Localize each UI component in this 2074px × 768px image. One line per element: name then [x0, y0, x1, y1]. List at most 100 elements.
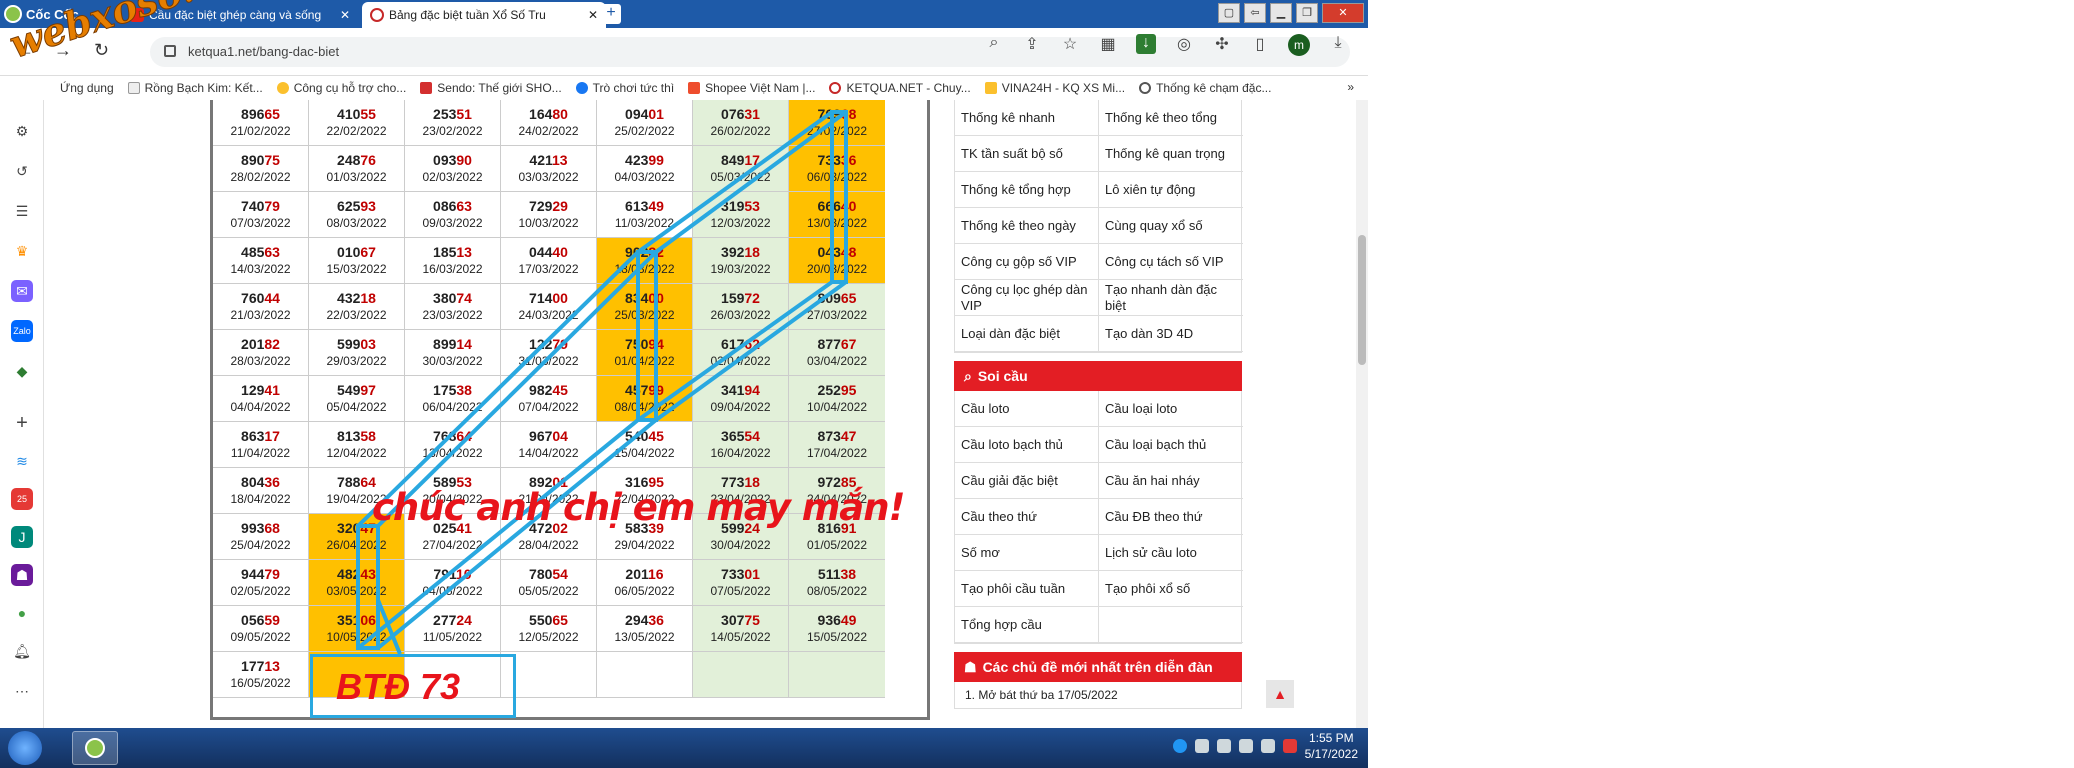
puzzle-icon[interactable]: ✣: [1212, 34, 1232, 54]
stats-link[interactable]: TK tần suất bộ số: [955, 136, 1099, 172]
soi-cau-link[interactable]: Cầu theo thứ: [955, 499, 1099, 535]
soi-cau-link[interactable]: Cầu ăn hai nháy: [1099, 463, 1243, 499]
stats-link[interactable]: Thống kê quan trọng: [1099, 136, 1243, 172]
prize-tail: 65: [552, 612, 568, 628]
flag-icon[interactable]: [1216, 739, 1231, 753]
soi-cau-link[interactable]: Lịch sử cầu loto: [1099, 535, 1243, 571]
close-window-button[interactable]: ✕: [1322, 3, 1364, 23]
zalo-icon[interactable]: Zalo: [11, 320, 33, 342]
prize-number: 87767: [789, 336, 885, 352]
bell-icon[interactable]: 🔔︎: [11, 640, 33, 662]
language-icon[interactable]: [1194, 739, 1209, 753]
soi-cau-link[interactable]: Tạo phôi cầu tuần: [955, 571, 1099, 607]
game-icon[interactable]: ☗: [11, 564, 33, 586]
crown-icon[interactable]: ♛: [11, 240, 33, 262]
stats-link[interactable]: Tạo nhanh dàn đặc biệt: [1099, 280, 1243, 316]
soi-cau-link[interactable]: Tạo phôi xổ số: [1099, 571, 1243, 607]
stats-link[interactable]: Thống kê theo tổng: [1099, 100, 1243, 136]
prize-head: 733: [721, 566, 745, 582]
prize-head: 617: [721, 336, 745, 352]
bookmark-item[interactable]: Shopee Việt Nam |...: [688, 81, 815, 95]
back-arrow-icon[interactable]: ⇦: [1244, 3, 1266, 23]
soi-cau-link[interactable]: Cầu loại bạch thủ: [1099, 427, 1243, 463]
reload-icon[interactable]: ↻: [94, 40, 109, 61]
star-icon[interactable]: ☆: [1060, 34, 1080, 54]
search-icon[interactable]: ⌕: [984, 34, 1004, 54]
stats-link[interactable]: Loại dàn đặc biệt: [955, 316, 1099, 352]
taskbar-coccoc[interactable]: [72, 731, 118, 765]
minimize-button[interactable]: ▁: [1270, 3, 1292, 23]
gear-icon[interactable]: ⚙: [11, 120, 33, 142]
calendar-icon[interactable]: 25: [11, 488, 33, 510]
bookmark-item[interactable]: KETQUA.NET - Chuy...: [829, 81, 971, 95]
stats-link[interactable]: Công cụ lọc ghép dàn VIP: [955, 280, 1099, 316]
soi-cau-link[interactable]: Cầu loại loto: [1099, 391, 1243, 427]
prize-number: 51138: [789, 566, 885, 582]
prize-tail: 17: [744, 152, 760, 168]
scrollbar-thumb[interactable]: [1358, 235, 1366, 365]
wifi-icon[interactable]: ≋: [11, 450, 33, 472]
bookmark-item[interactable]: Ứng dụng: [60, 81, 114, 95]
prize-date: 03/05/2022: [326, 584, 387, 598]
scroll-top-button[interactable]: ▲: [1266, 680, 1294, 708]
bookmark-item[interactable]: Trò chơi tức thì: [575, 81, 674, 95]
messenger-icon[interactable]: ✉: [11, 280, 33, 302]
more-bookmarks-icon[interactable]: »: [1347, 80, 1354, 94]
chrome-icon[interactable]: ◎: [1174, 34, 1194, 54]
stats-link[interactable]: Thống kê nhanh: [955, 100, 1099, 136]
download-icon[interactable]: ⤓: [1328, 34, 1348, 54]
extension-icon[interactable]: ▦: [1098, 34, 1118, 54]
map-icon[interactable]: ●: [11, 602, 33, 624]
system-tray: 1:55 PM 5/17/2022: [1172, 730, 1358, 762]
new-tab-button[interactable]: +: [601, 4, 621, 24]
history-icon[interactable]: ↺: [11, 160, 33, 182]
share-icon[interactable]: ⇪: [1022, 34, 1042, 54]
more-icon[interactable]: ⋯: [11, 680, 33, 702]
vertical-scrollbar[interactable]: [1356, 100, 1368, 728]
stats-link[interactable]: Công cụ tách số VIP: [1099, 244, 1243, 280]
soi-cau-link[interactable]: Tổng hợp cầu: [955, 607, 1099, 643]
start-button[interactable]: [8, 731, 42, 765]
prize-tail: 18: [744, 244, 760, 260]
stats-link[interactable]: Cùng quay xổ số: [1099, 208, 1243, 244]
close-icon[interactable]: ✕: [340, 8, 350, 22]
screenshot-icon[interactable]: ▢: [1218, 3, 1240, 23]
gamepad-icon[interactable]: ◆: [11, 360, 33, 382]
avatar[interactable]: m: [1288, 34, 1310, 56]
clock[interactable]: 1:55 PM 5/17/2022: [1305, 730, 1358, 762]
sidebar-toggle-icon[interactable]: ▯: [1250, 34, 1270, 54]
table-cell: 29436 13/05/2022: [597, 606, 693, 652]
add-icon[interactable]: +: [11, 412, 33, 434]
bookmark-item[interactable]: Sendo: Thế giới SHO...: [420, 81, 562, 95]
soi-cau-link[interactable]: Cầu loto bạch thủ: [955, 427, 1099, 463]
maximize-button[interactable]: ❐: [1296, 3, 1318, 23]
list-icon[interactable]: ☰: [11, 200, 33, 222]
vietkey-icon[interactable]: [1282, 739, 1297, 753]
download-green-icon[interactable]: ↓: [1136, 34, 1156, 54]
prize-head: 936: [817, 612, 841, 628]
prize-tail: 31: [744, 106, 760, 122]
stats-link[interactable]: Thống kê theo ngày: [955, 208, 1099, 244]
bookmark-item[interactable]: Thống kê chạm đặc...: [1139, 81, 1271, 95]
bookmark-item[interactable]: Công cụ hỗ trợ cho...: [276, 81, 406, 95]
prize-date: 22/03/2022: [326, 308, 387, 322]
tab-ketqua[interactable]: Bảng đặc biệt tuần Xổ Số Tru ✕: [362, 2, 606, 28]
network-icon[interactable]: [1172, 739, 1187, 753]
soi-cau-link[interactable]: Cầu giải đặc biệt: [955, 463, 1099, 499]
soi-cau-link[interactable]: Cầu loto: [955, 391, 1099, 427]
globe-icon: [1139, 82, 1152, 94]
volume-icon[interactable]: [1238, 739, 1253, 753]
soi-cau-link[interactable]: Số mơ: [955, 535, 1099, 571]
stats-link[interactable]: Công cụ gộp số VIP: [955, 244, 1099, 280]
bookmark-item[interactable]: Rồng Bạch Kim: Kết...: [127, 81, 263, 95]
bookmark-item[interactable]: VINA24H - KQ XS Mi...: [984, 81, 1125, 95]
stats-link[interactable]: Thống kê tổng hợp: [955, 172, 1099, 208]
app-icon[interactable]: J: [11, 526, 33, 548]
soi-cau-link[interactable]: Cầu ĐB theo thứ: [1099, 499, 1243, 535]
forum-item[interactable]: 1. Mở bát thứ ba 17/05/2022: [965, 688, 1231, 702]
stats-link[interactable]: Lô xiên tự động: [1099, 172, 1243, 208]
table-cell: 42399 04/03/2022: [597, 146, 693, 192]
stats-link[interactable]: Tạo dàn 3D 4D: [1099, 316, 1243, 352]
battery-icon[interactable]: [1260, 739, 1275, 753]
close-icon[interactable]: ✕: [588, 8, 598, 22]
